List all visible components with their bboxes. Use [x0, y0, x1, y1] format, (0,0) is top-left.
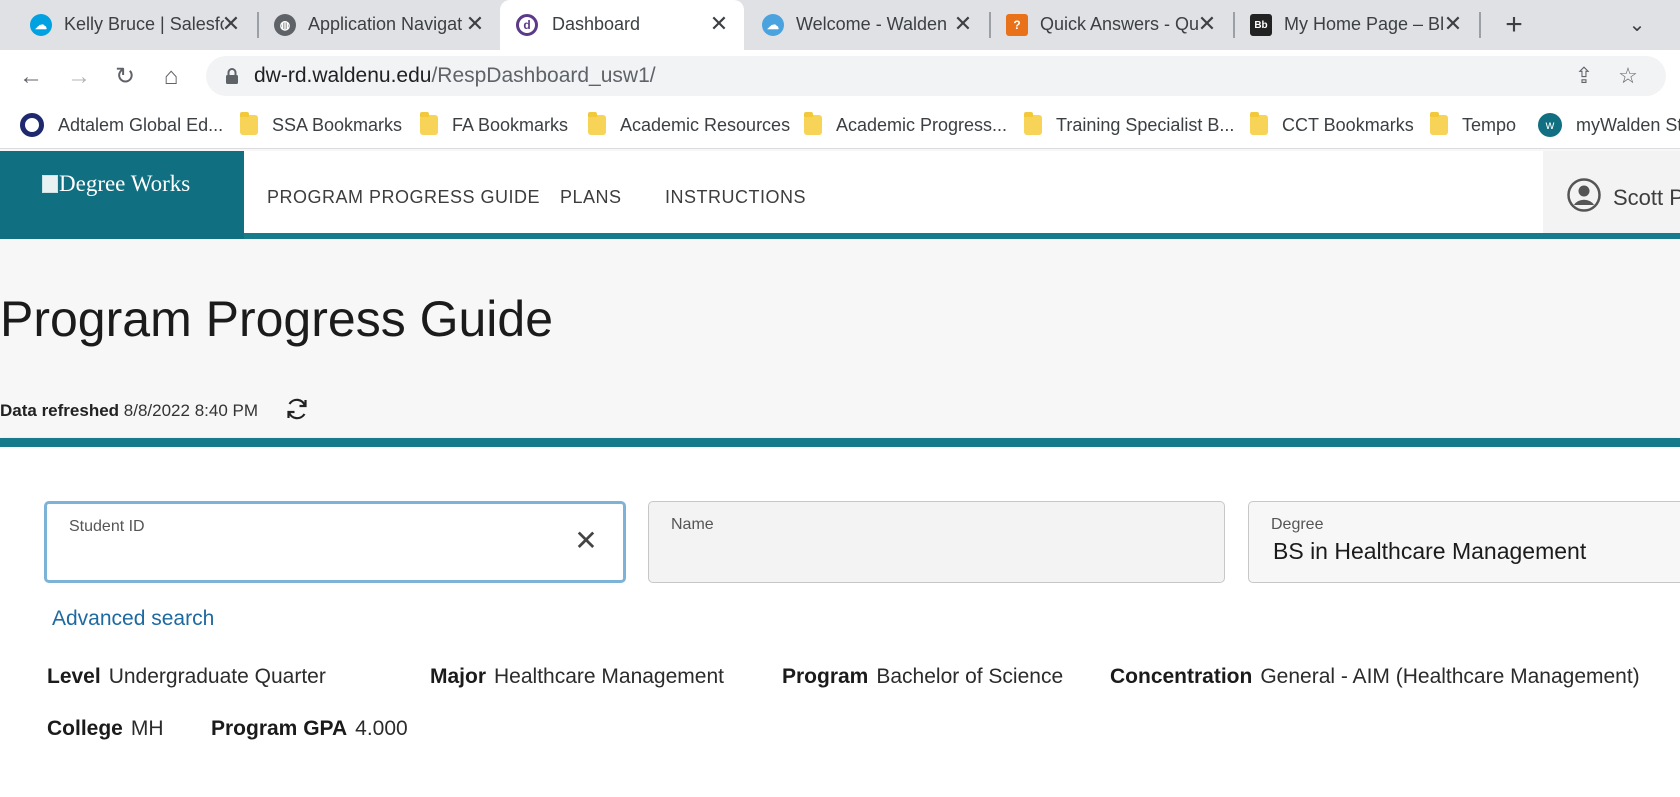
student-id-field[interactable]: Student ID ✕	[44, 501, 626, 583]
bookmark-academic-progress[interactable]: Academic Progress...	[804, 112, 1007, 138]
url-text: dw-rd.waldenu.edu/RespDashboard_usw1/	[254, 64, 656, 87]
folder-icon	[588, 112, 606, 135]
reload-icon[interactable]: ↻	[108, 60, 142, 94]
nav-instructions[interactable]: INSTRUCTIONS	[665, 187, 806, 208]
data-refreshed: Data refreshed 8/8/2022 8:40 PM	[0, 401, 259, 420]
walden-logo-icon: w	[1538, 113, 1562, 137]
close-icon[interactable]: ✕	[1196, 11, 1218, 37]
info-college: College MH	[47, 717, 164, 740]
close-icon[interactable]: ✕	[220, 11, 242, 37]
home-icon[interactable]: ⌂	[154, 60, 188, 94]
info-program: Program Bachelor of Science	[782, 665, 1064, 688]
bookmark-label: FA Bookmarks	[452, 114, 569, 135]
app-header: Degree Works PROGRAM PROGRESS GUIDE PLAN…	[0, 151, 1680, 239]
tab-title: My Home Page – Bl	[1284, 14, 1444, 34]
bookmark-mywalden[interactable]: w myWalden Stu	[1538, 112, 1680, 138]
user-name: Scott P	[1613, 185, 1680, 210]
bookmark-academic-resources[interactable]: Academic Resources	[588, 112, 790, 138]
name-field[interactable]: Name	[648, 501, 1225, 583]
close-icon[interactable]: ✕	[464, 11, 486, 37]
bookmark-training-specialist[interactable]: Training Specialist B...	[1024, 112, 1234, 138]
folder-icon	[1250, 112, 1268, 135]
name-label: Name	[671, 516, 714, 533]
tab-quick-answers[interactable]: ? Quick Answers - Qu ✕	[990, 0, 1232, 50]
chevron-down-icon[interactable]: ⌄	[1622, 10, 1652, 40]
browser-tab-strip: ☁ Kelly Bruce | Salesfo ✕ ◍ Application …	[0, 0, 1680, 50]
blackboard-icon: Bb	[1250, 14, 1272, 36]
user-avatar-icon	[1567, 178, 1601, 212]
logo-alt-text: Degree Works	[42, 171, 190, 197]
dashboard-app-icon: d	[516, 14, 538, 36]
bookmark-tempo[interactable]: Tempo	[1430, 112, 1516, 138]
bookmark-fa[interactable]: FA Bookmarks	[420, 112, 568, 138]
tab-my-home-page[interactable]: Bb My Home Page – Bl ✕	[1234, 0, 1478, 50]
tab-title: Kelly Bruce | Salesfo	[64, 14, 224, 34]
bookmark-star-icon[interactable]: ☆	[1612, 60, 1644, 92]
bookmark-label: Tempo	[1462, 114, 1517, 135]
student-id-label: Student ID	[69, 518, 145, 535]
tab-title: Application Navigat	[308, 14, 463, 34]
bookmark-label: Training Specialist B...	[1056, 114, 1235, 135]
broken-image-icon	[42, 175, 58, 193]
bookmark-ssa[interactable]: SSA Bookmarks	[240, 112, 402, 138]
bookmark-label: SSA Bookmarks	[272, 114, 403, 135]
browser-toolbar: ← → ↻ ⌂ dw-rd.waldenu.edu/RespDashboard_…	[0, 50, 1680, 102]
tab-separator	[1479, 12, 1481, 38]
bookmark-cct[interactable]: CCT Bookmarks	[1250, 112, 1414, 138]
question-icon: ?	[1006, 14, 1028, 36]
share-icon[interactable]: ⇪	[1568, 60, 1600, 92]
page-title: Program Progress Guide	[0, 291, 554, 347]
folder-icon	[1430, 112, 1448, 135]
bookmark-label: Academic Progress...	[836, 114, 1008, 135]
tab-dashboard[interactable]: d Dashboard ✕	[500, 0, 744, 50]
info-program-gpa: Program GPA 4.000	[211, 717, 408, 740]
refresh-time: 8/8/2022 8:40 PM	[123, 401, 259, 420]
bookmark-adtalem[interactable]: Adtalem Global Ed...	[20, 112, 223, 138]
refresh-icon[interactable]	[284, 396, 310, 422]
user-menu[interactable]: Scott P	[1543, 151, 1680, 233]
new-tab-icon[interactable]: +	[1497, 8, 1531, 42]
tab-title: Quick Answers - Qu	[1040, 14, 1200, 34]
degree-field[interactable]: Degree BS in Healthcare Management	[1248, 501, 1680, 583]
cloud-icon: ☁	[762, 14, 784, 36]
info-concentration: Concentration General - AIM (Healthcare M…	[1110, 665, 1640, 688]
bookmark-label: CCT Bookmarks	[1282, 114, 1414, 135]
bookmarks-bar: Adtalem Global Ed... SSA Bookmarks FA Bo…	[0, 102, 1680, 149]
address-bar[interactable]: dw-rd.waldenu.edu/RespDashboard_usw1/ ⇪ …	[206, 56, 1666, 96]
tab-application-navigator[interactable]: ◍ Application Navigat ✕	[258, 0, 500, 50]
forward-icon[interactable]: →	[62, 60, 96, 94]
folder-icon	[1024, 112, 1042, 135]
close-icon[interactable]: ✕	[708, 11, 730, 37]
folder-icon	[804, 112, 822, 135]
folder-icon	[240, 112, 258, 135]
close-icon[interactable]: ✕	[952, 11, 974, 37]
tab-title: Dashboard	[552, 14, 641, 34]
lock-icon	[226, 68, 238, 84]
globe-icon: ◍	[274, 14, 296, 36]
salesforce-cloud-icon: ☁	[30, 14, 52, 36]
bookmark-label: Adtalem Global Ed...	[58, 114, 224, 135]
student-search-card: Student ID ✕ Name Degree BS in Healthcar…	[0, 438, 1680, 797]
tab-welcome-walden[interactable]: ☁ Welcome - Walden ✕	[746, 0, 988, 50]
degree-label: Degree	[1271, 516, 1324, 533]
bookmark-label: Academic Resources	[620, 114, 791, 135]
info-level: Level Undergraduate Quarter	[47, 665, 326, 688]
tab-salesforce[interactable]: ☁ Kelly Bruce | Salesfo ✕	[0, 0, 256, 50]
nav-plans[interactable]: PLANS	[560, 187, 622, 208]
logo[interactable]: Degree Works	[0, 151, 244, 239]
close-icon[interactable]: ✕	[1442, 11, 1464, 37]
tab-title: Welcome - Walden	[796, 14, 948, 34]
clear-icon[interactable]: ✕	[573, 527, 599, 555]
nav-program-progress-guide[interactable]: PROGRAM PROGRESS GUIDE	[267, 187, 540, 208]
folder-icon	[420, 112, 438, 135]
bookmark-label: myWalden Stu	[1576, 114, 1680, 135]
advanced-search-link[interactable]: Advanced search	[52, 607, 214, 631]
degree-value: BS in Healthcare Management	[1273, 538, 1587, 564]
info-major: Major Healthcare Management	[430, 665, 724, 688]
back-icon[interactable]: ←	[14, 60, 48, 94]
adtalem-logo-icon	[20, 113, 44, 137]
